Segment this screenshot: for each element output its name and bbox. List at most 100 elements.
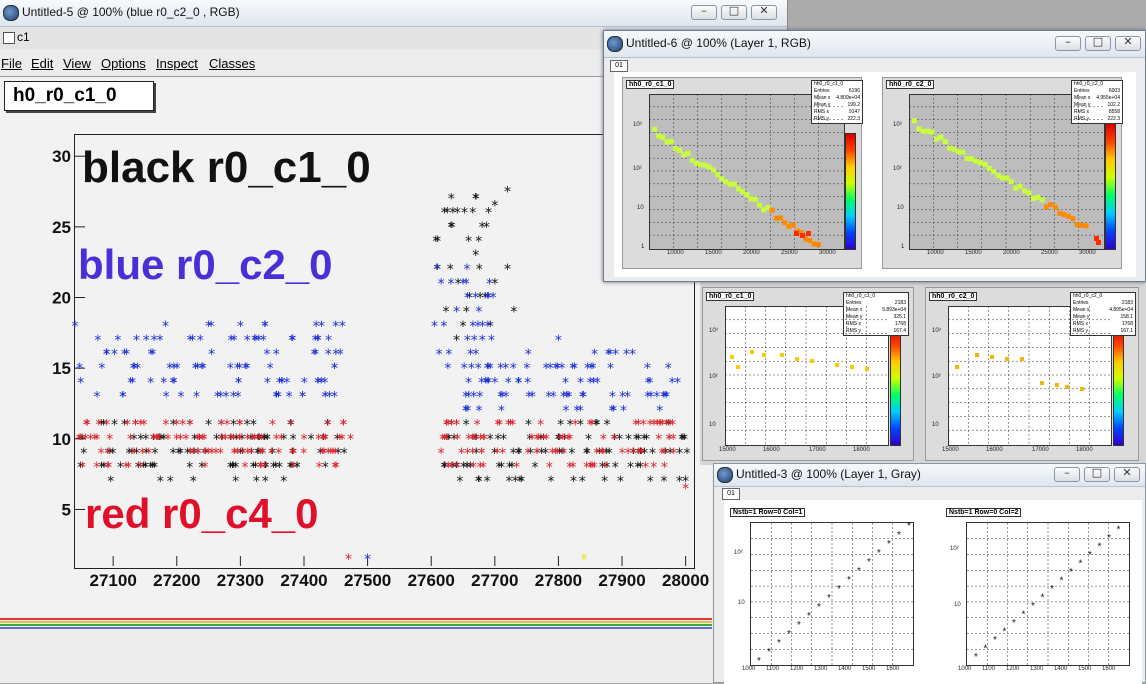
blue-point: * [148, 347, 155, 363]
maximize-button[interactable]: □ [721, 4, 747, 20]
blue-point: * [170, 375, 177, 391]
blue-point: * [131, 361, 138, 377]
rgb-panel-1-cell [731, 181, 737, 187]
blue-point: * [543, 361, 550, 377]
blue-point: * [571, 361, 578, 377]
rgb-panel-2-cell [978, 160, 983, 166]
status-line-blue [0, 627, 712, 629]
red-point: * [289, 446, 296, 462]
blue-point: * [163, 389, 170, 405]
gray-panel-2-point: * [1003, 627, 1007, 638]
red-point: * [79, 460, 86, 476]
blue-point: * [192, 361, 199, 377]
black-point: * [627, 460, 634, 476]
red-point: * [236, 418, 243, 434]
black-point: * [495, 460, 502, 476]
close-button[interactable]: ✕ [751, 4, 777, 20]
gray-panel-1-point: * [877, 548, 881, 559]
rgb-panel-2-cell [1008, 179, 1014, 185]
blue-point: * [325, 347, 332, 363]
y-tick-label: 30 [52, 147, 71, 166]
red-point: * [445, 460, 452, 476]
rgb-panel-2-cell [1096, 240, 1101, 245]
middle-panel-1-cell [762, 353, 766, 357]
rgb-panel-1-cell [677, 147, 683, 153]
black-point: * [505, 474, 512, 490]
red-point: * [140, 418, 147, 434]
black-point: * [107, 474, 114, 490]
red-point: * [640, 418, 647, 434]
red-point: * [480, 460, 487, 476]
middle-window: hh0_r0_c1_0 hh0_r0_c1_0 Entries 2183 Mean… [700, 275, 1146, 465]
black-point: * [479, 220, 486, 236]
blue-point: * [223, 389, 230, 405]
red-point: * [560, 446, 567, 462]
rgb-panel-2-cell [1017, 183, 1023, 189]
red-point: * [546, 460, 553, 476]
blue-point: * [431, 319, 438, 335]
black-point: * [504, 262, 511, 278]
red-point: * [642, 460, 649, 476]
blue-point: * [331, 389, 338, 405]
blue-point: * [331, 361, 338, 377]
blue-point: * [197, 333, 204, 349]
blue-point: * [103, 347, 110, 363]
red-point: * [248, 446, 255, 462]
x-tick-label: 27900 [598, 571, 645, 590]
red-point: * [155, 432, 162, 448]
blue-point: * [111, 347, 118, 363]
red-point: * [300, 446, 307, 462]
blue-point: * [264, 347, 271, 363]
blue-point: * [251, 333, 258, 349]
gray-panel-1-point: * [887, 539, 891, 550]
rgb-panel-2-cell [956, 149, 961, 155]
red-point: * [194, 432, 201, 448]
middle-panel-1-cell [835, 363, 839, 367]
red-point: * [268, 446, 275, 462]
black-point: * [510, 305, 517, 321]
rgb-window: Untitled-6 @ 100% (Layer 1, RGB) – □ ✕ 0… [603, 30, 1146, 282]
blue-point: * [629, 347, 636, 363]
red-point: * [587, 418, 594, 434]
middle-window-marks [725, 306, 1110, 444]
blue-point: * [580, 389, 587, 405]
blue-point: * [322, 389, 329, 405]
black-point: * [341, 446, 348, 462]
blue-point: * [93, 389, 100, 405]
rgb-panel-2-cell [969, 156, 975, 162]
blue-point: * [147, 375, 154, 391]
blue-point: * [339, 319, 346, 335]
gray-panel-2-point: * [1022, 610, 1026, 621]
black-point: * [585, 432, 592, 448]
blue-point: * [332, 319, 339, 335]
red-point: * [347, 432, 354, 448]
gray-panel-2-point: * [1041, 593, 1045, 604]
blue-point: * [311, 347, 318, 363]
blue-point: * [674, 375, 681, 391]
black-point: * [469, 206, 476, 222]
red-point: * [566, 460, 573, 476]
gray-panel-2-point: * [1060, 576, 1064, 587]
blue-point: * [464, 404, 471, 420]
blue-point: * [214, 389, 221, 405]
y-tick-label: 20 [52, 289, 71, 308]
blue-point: * [236, 361, 243, 377]
rgb-panel-2-cell [925, 128, 931, 134]
black-point: * [504, 185, 511, 201]
black-point: * [322, 460, 329, 476]
x-tick-label: 27800 [535, 571, 582, 590]
blue-point: * [98, 361, 105, 377]
middle-panel-2-cell [1065, 385, 1069, 389]
red-point: * [332, 446, 339, 462]
x-tick-label: 27600 [408, 571, 455, 590]
blue-point: * [558, 361, 565, 377]
blue-point: * [170, 361, 177, 377]
x-tick-label: 27300 [217, 571, 264, 590]
red-point: * [145, 446, 152, 462]
rgb-panel-2-cell [1030, 195, 1036, 201]
red-point: * [242, 460, 249, 476]
gray-panel-2-point: * [1107, 533, 1111, 544]
red-point: * [205, 446, 212, 462]
blue-point: * [587, 375, 594, 391]
blue-point: * [475, 361, 482, 377]
